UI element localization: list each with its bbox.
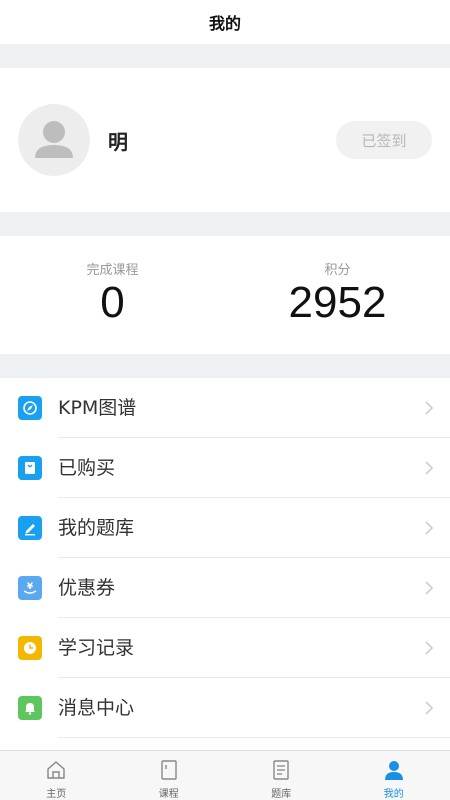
points-stat[interactable]: 积分 2952 bbox=[225, 236, 450, 354]
bell-icon bbox=[18, 696, 42, 720]
menu-item-label: 消息中心 bbox=[58, 697, 135, 719]
chevron-right-icon bbox=[425, 581, 434, 595]
compass-icon bbox=[18, 396, 42, 420]
tab-question-bank[interactable]: 题库 bbox=[225, 751, 338, 800]
menu-item-my-question-bank[interactable]: 我的题库 bbox=[0, 498, 450, 558]
tab-courses[interactable]: 课程 bbox=[113, 751, 226, 800]
tab-label: 主页 bbox=[46, 789, 67, 800]
edit-pen-icon bbox=[18, 516, 42, 540]
menu-item-purchased[interactable]: 已购买 bbox=[0, 438, 450, 498]
username: 明 bbox=[108, 130, 128, 154]
profile-card: 明 已签到 bbox=[0, 68, 450, 212]
points-value: 2952 bbox=[288, 278, 387, 327]
avatar[interactable] bbox=[18, 104, 90, 176]
tab-label: 题库 bbox=[271, 789, 292, 800]
question-bank-icon bbox=[273, 760, 289, 780]
chevron-right-icon bbox=[425, 401, 434, 415]
chevron-right-icon bbox=[425, 641, 434, 655]
menu-list: KPM图谱 已购买 我的题库 ¥ 优惠券 学习记录 消息中心 bbox=[0, 378, 450, 750]
menu-item-label: 已购买 bbox=[58, 457, 116, 479]
signin-button[interactable]: 已签到 bbox=[336, 121, 432, 159]
menu-item-label: 我的题库 bbox=[58, 517, 135, 539]
menu-item-label: 学习记录 bbox=[58, 637, 135, 659]
tab-me[interactable]: 我的 bbox=[338, 751, 450, 800]
clock-icon bbox=[18, 636, 42, 660]
menu-item-message-center[interactable]: 消息中心 bbox=[0, 678, 450, 738]
book-icon bbox=[161, 760, 177, 780]
svg-text:¥: ¥ bbox=[27, 582, 34, 592]
user-icon bbox=[384, 761, 403, 780]
stats-panel: 完成课程 0 积分 2952 bbox=[0, 236, 450, 354]
menu-item-label: 优惠券 bbox=[58, 577, 116, 599]
chevron-right-icon bbox=[425, 521, 434, 535]
page-title: 我的 bbox=[208, 14, 241, 33]
user-placeholder-icon bbox=[35, 121, 73, 158]
divider bbox=[58, 737, 450, 738]
coupon-icon: ¥ bbox=[18, 576, 42, 600]
chevron-right-icon bbox=[425, 461, 434, 475]
chevron-right-icon bbox=[425, 701, 434, 715]
completed-courses-value: 0 bbox=[100, 278, 125, 327]
shopping-bag-icon bbox=[18, 456, 42, 480]
tab-home[interactable]: 主页 bbox=[0, 751, 113, 800]
menu-item-study-record[interactable]: 学习记录 bbox=[0, 618, 450, 678]
tab-label: 我的 bbox=[383, 789, 404, 800]
menu-item-kpm-map[interactable]: KPM图谱 bbox=[0, 378, 450, 438]
menu-item-coupons[interactable]: ¥ 优惠券 bbox=[0, 558, 450, 618]
completed-courses-stat[interactable]: 完成课程 0 bbox=[0, 236, 225, 354]
menu-item-label: KPM图谱 bbox=[58, 397, 137, 419]
tab-label: 课程 bbox=[158, 789, 179, 800]
home-icon bbox=[47, 761, 65, 779]
top-nav-bar: 我的 bbox=[0, 0, 450, 44]
bottom-tab-bar: 主页 课程 题库 我的 bbox=[0, 750, 450, 800]
